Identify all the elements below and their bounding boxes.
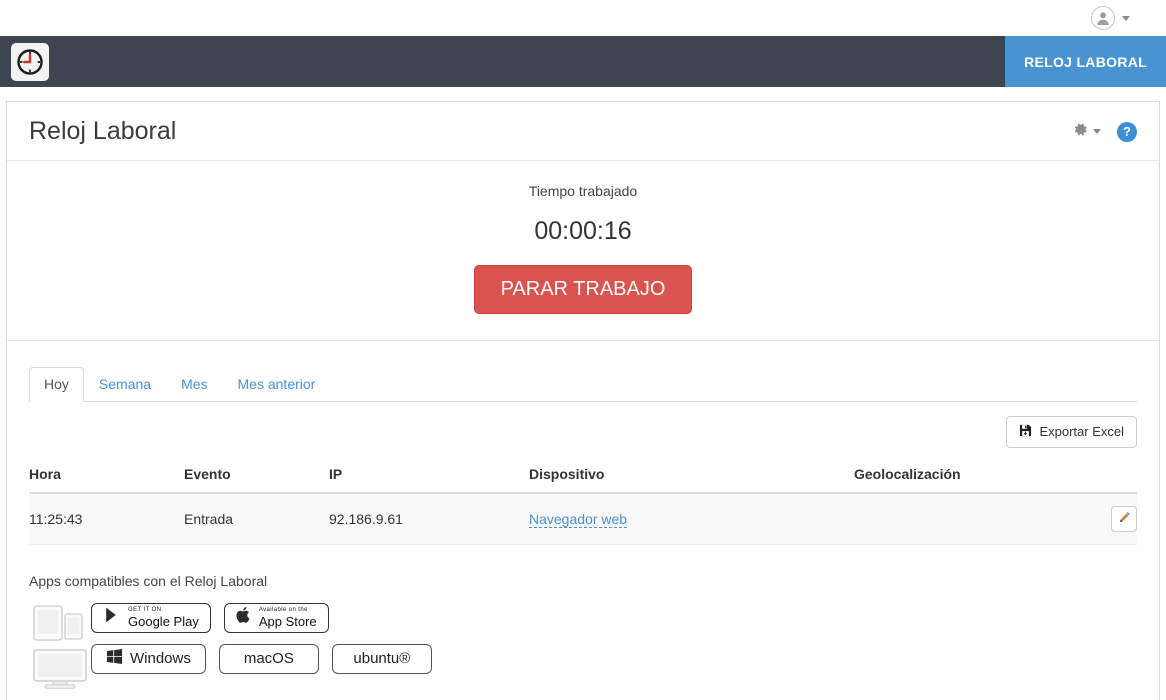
google-play-badge[interactable]: GET IT ON Google Play [91, 603, 211, 633]
windows-badge[interactable]: Windows [91, 644, 206, 674]
timer-label: Tiempo trabajado [7, 183, 1159, 199]
cell-hora: 11:25:43 [29, 493, 184, 545]
help-button[interactable]: ? [1117, 122, 1137, 142]
gear-icon [1072, 121, 1089, 143]
navbar: RELOJ LABORAL [0, 36, 1166, 87]
card-header: Reloj Laboral ? [7, 102, 1159, 161]
app-badges: GET IT ON Google Play Available on [91, 603, 432, 695]
stop-work-button[interactable]: PARAR TRABAJO [474, 265, 693, 314]
col-header-ip: IP [329, 458, 529, 493]
tablet-and-phone-icon [32, 603, 88, 648]
cell-actions [1077, 493, 1137, 545]
chevron-down-icon [1122, 16, 1130, 21]
ubuntu-label: ubuntu® [353, 650, 410, 667]
tab-hoy[interactable]: Hoy [29, 367, 84, 402]
windows-label: Windows [130, 650, 191, 667]
col-header-actions [1077, 458, 1137, 493]
export-excel-button[interactable]: Exportar Excel [1006, 416, 1137, 448]
app-store-small: Available on the [259, 607, 317, 613]
events-table-wrap: Hora Evento IP Dispositivo Geolocalizaci… [7, 448, 1159, 545]
table-body: 11:25:43 Entrada 92.186.9.61 Navegador w… [29, 493, 1137, 545]
tabs-section: Hoy Semana Mes Mes anterior [7, 341, 1159, 402]
desktop-badge-row: Windows macOS ubuntu® [91, 644, 432, 674]
chevron-down-icon [1093, 129, 1101, 134]
app-store-text: Available on the App Store [259, 607, 317, 628]
avatar [1091, 6, 1115, 30]
col-header-hora: Hora [29, 458, 184, 493]
card-header-actions: ? [1072, 121, 1137, 143]
compatible-apps-section: Apps compatibles con el Reloj Laboral [7, 545, 1159, 695]
google-play-icon [103, 606, 121, 629]
clock-logo-icon [11, 43, 49, 81]
app-store-badge[interactable]: Available on the App Store [224, 603, 329, 633]
floppy-save-icon [1019, 424, 1032, 440]
nav-tab-reloj-laboral[interactable]: RELOJ LABORAL [1005, 36, 1166, 87]
user-menu[interactable] [1091, 6, 1130, 30]
events-table: Hora Evento IP Dispositivo Geolocalizaci… [29, 458, 1137, 545]
device-link[interactable]: Navegador web [529, 511, 627, 528]
cell-geolocalizacion [854, 493, 1077, 545]
tab-mes[interactable]: Mes [166, 367, 222, 402]
apps-grid: GET IT ON Google Play Available on [29, 603, 1137, 695]
device-illustrations [29, 603, 91, 695]
tab-list: Hoy Semana Mes Mes anterior [29, 367, 1137, 402]
timer-value: 00:00:16 [7, 217, 1159, 246]
cell-dispositivo: Navegador web [529, 493, 854, 545]
google-play-big: Google Play [128, 615, 199, 628]
mobile-badge-row: GET IT ON Google Play Available on [91, 603, 432, 633]
app-store-big: App Store [259, 615, 317, 628]
settings-menu[interactable] [1072, 121, 1101, 143]
main-card: Reloj Laboral ? Tiempo trabajado 00:00:1… [6, 101, 1160, 700]
export-excel-label: Exportar Excel [1039, 424, 1124, 439]
page-title: Reloj Laboral [29, 118, 176, 146]
ubuntu-badge[interactable]: ubuntu® [332, 644, 432, 674]
cell-ip: 92.186.9.61 [329, 493, 529, 545]
user-strip [0, 0, 1166, 36]
google-play-small: GET IT ON [128, 607, 199, 613]
edit-row-button[interactable] [1111, 506, 1137, 532]
macos-badge[interactable]: macOS [219, 644, 319, 674]
timer-section: Tiempo trabajado 00:00:16 PARAR TRABAJO [7, 161, 1159, 341]
desktop-monitor-icon [32, 648, 88, 695]
table-head: Hora Evento IP Dispositivo Geolocalizaci… [29, 458, 1137, 493]
col-header-evento: Evento [184, 458, 329, 493]
pencil-edit-icon [1118, 511, 1131, 527]
apple-icon [236, 606, 252, 629]
macos-label: macOS [244, 650, 294, 667]
brand-logo-link[interactable] [0, 36, 49, 87]
col-header-geolocalizacion: Geolocalización [854, 458, 1077, 493]
compatible-apps-title: Apps compatibles con el Reloj Laboral [29, 573, 1137, 589]
cell-evento: Entrada [184, 493, 329, 545]
tab-mes-anterior[interactable]: Mes anterior [223, 367, 331, 402]
tab-semana[interactable]: Semana [84, 367, 166, 402]
table-header-row: Hora Evento IP Dispositivo Geolocalizaci… [29, 458, 1137, 493]
google-play-text: GET IT ON Google Play [128, 607, 199, 628]
windows-icon [106, 648, 123, 669]
table-row: 11:25:43 Entrada 92.186.9.61 Navegador w… [29, 493, 1137, 545]
table-toolbar: Exportar Excel [7, 402, 1159, 448]
col-header-dispositivo: Dispositivo [529, 458, 854, 493]
